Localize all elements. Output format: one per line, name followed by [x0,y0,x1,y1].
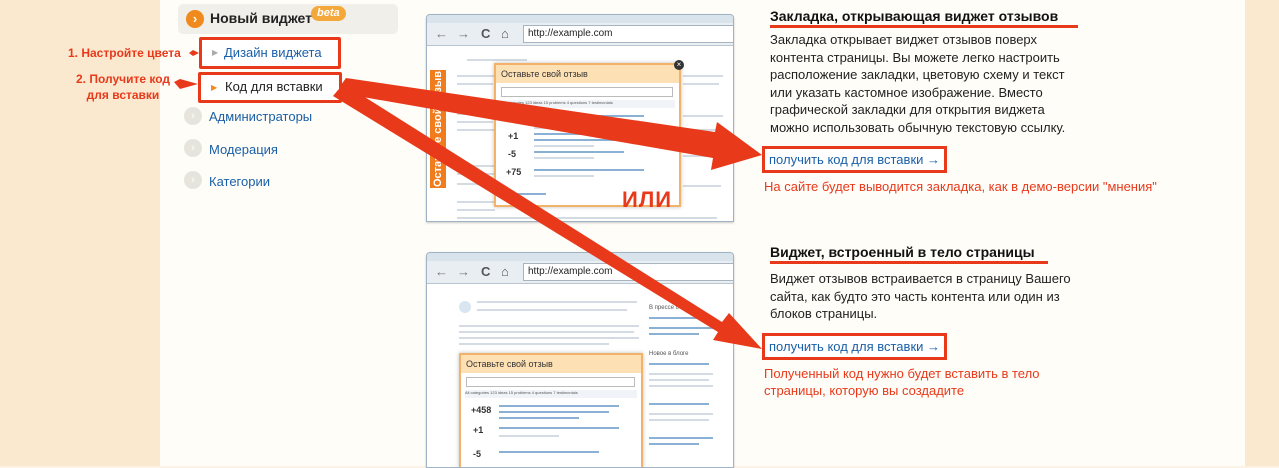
annotation-arrows [174,50,762,349]
arrow-step1 [189,50,199,56]
arrow-step2 [174,79,198,89]
